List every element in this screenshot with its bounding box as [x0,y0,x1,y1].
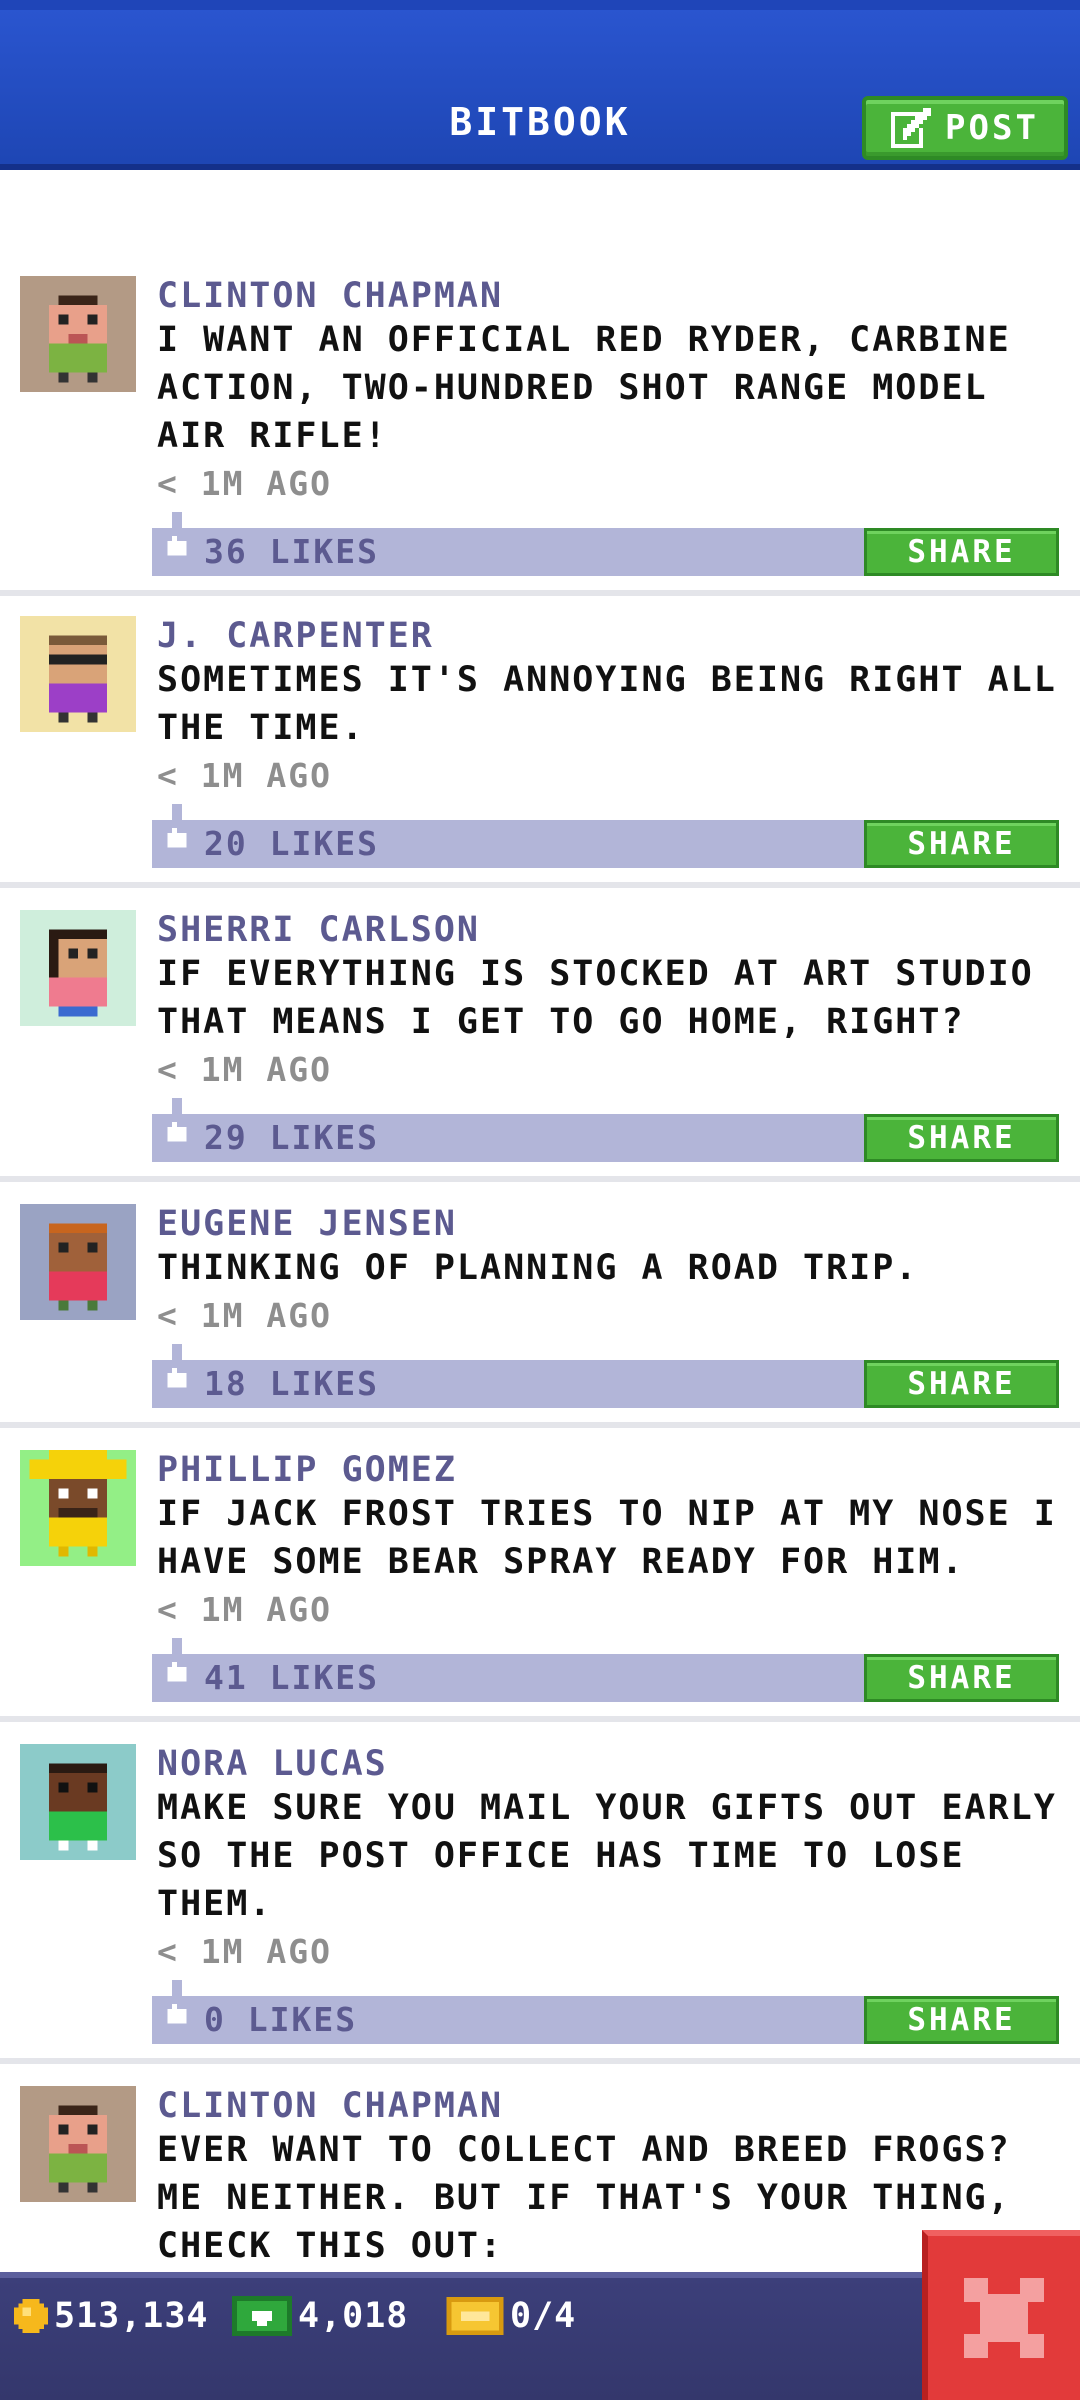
share-button[interactable]: SHARE [864,1654,1059,1702]
divider [0,882,1080,888]
divider [0,1176,1080,1182]
avatar-image [20,616,136,732]
thumb-up-icon [167,1638,187,1682]
post-author[interactable]: CLINTON CHAPMAN [157,2086,503,2126]
divider [0,1716,1080,1722]
avatar-image [20,1450,136,1566]
post-author[interactable]: J. CARPENTER [157,616,434,656]
likes-count: 29 LIKES [204,1118,379,1157]
likes-count: 0 LIKES [204,2000,358,2039]
avatar-image [20,1744,136,1860]
share-button[interactable]: SHARE [864,528,1059,576]
post-time: < 1M AGO [157,1932,332,1971]
likes-bar: 36 LIKES SHARE [152,512,1059,576]
close-icon [964,2278,1044,2358]
post-message: IF JACK FROST TRIES TO NIP AT MY NOSE I … [157,1494,1057,1582]
tickets-stat: 0/4 [446,2296,576,2336]
avatar-image [20,1204,136,1320]
share-button[interactable]: SHARE [864,820,1059,868]
likes-bar: 18 LIKES SHARE [152,1344,1059,1408]
avatar [20,276,136,392]
post-time: < 1M AGO [157,464,332,503]
thumb-up-icon [167,1980,187,2024]
likes-bar: 29 LIKES SHARE [152,1098,1059,1162]
post-button[interactable]: POST [862,96,1068,160]
post-message: I WANT AN OFFICIAL RED RYDER, CARBINE AC… [157,320,1011,456]
post-message: THINKING OF PLANNING A ROAD TRIP. [157,1248,919,1288]
coins-stat: 513,134 [14,2296,209,2336]
avatar [20,1204,136,1320]
avatar [20,2086,136,2202]
share-button[interactable]: SHARE [864,1996,1059,2044]
bux-value: 4,018 [298,2296,409,2336]
avatar [20,1744,136,1860]
likes-count: 41 LIKES [204,1658,379,1697]
currency-bar: 513,134 4,018 0/4 [0,2272,1080,2400]
post-time: < 1M AGO [157,1050,332,1089]
thumb-up-icon [167,512,187,556]
post-time: < 1M AGO [157,756,332,795]
edit-icon [891,108,932,148]
post-author[interactable]: PHILLIP GOMEZ [157,1450,457,1490]
tickets-value: 0/4 [510,2296,577,2336]
likes-bar: 0 LIKES SHARE [152,1980,1059,2044]
thumb-up-icon [167,1098,187,1142]
post-message: IF EVERYTHING IS STOCKED AT ART STUDIO T… [157,954,1034,1042]
post-author[interactable]: NORA LUCAS [157,1744,388,1784]
thumb-up-icon [167,804,187,848]
post-author[interactable]: EUGENE JENSEN [157,1204,457,1244]
share-button[interactable]: SHARE [864,1360,1059,1408]
likes-count: 20 LIKES [204,824,379,863]
post-message: SOMETIMES IT'S ANNOYING BEING RIGHT ALL … [157,660,1057,748]
post-author[interactable]: SHERRI CARLSON [157,910,480,950]
post-message: MAKE SURE YOU MAIL YOUR GIFTS OUT EARLY … [157,1788,1057,1924]
avatar-image [20,276,136,392]
divider [0,1422,1080,1428]
app-header: BITBOOK POST [0,0,1080,170]
thumb-up-icon [167,1344,187,1388]
avatar-image [20,2086,136,2202]
avatar [20,1450,136,1566]
likes-bar: 41 LIKES SHARE [152,1638,1059,1702]
close-button[interactable] [922,2230,1080,2400]
likes-count: 18 LIKES [204,1364,379,1403]
avatar [20,910,136,1026]
avatar [20,616,136,732]
share-button[interactable]: SHARE [864,1114,1059,1162]
post-time: < 1M AGO [157,1590,332,1629]
coins-value: 513,134 [54,2296,209,2336]
avatar-image [20,910,136,1026]
likes-count: 36 LIKES [204,532,379,571]
divider [0,2058,1080,2064]
bux-stat: 4,018 [232,2296,408,2336]
post-button-label: POST [945,108,1039,148]
post-author[interactable]: CLINTON CHAPMAN [157,276,503,316]
post-time: < 1M AGO [157,1296,332,1335]
coin-icon [14,2299,48,2333]
divider [0,590,1080,596]
bux-icon [232,2296,292,2336]
likes-bar: 20 LIKES SHARE [152,804,1059,868]
ticket-icon [446,2297,504,2335]
